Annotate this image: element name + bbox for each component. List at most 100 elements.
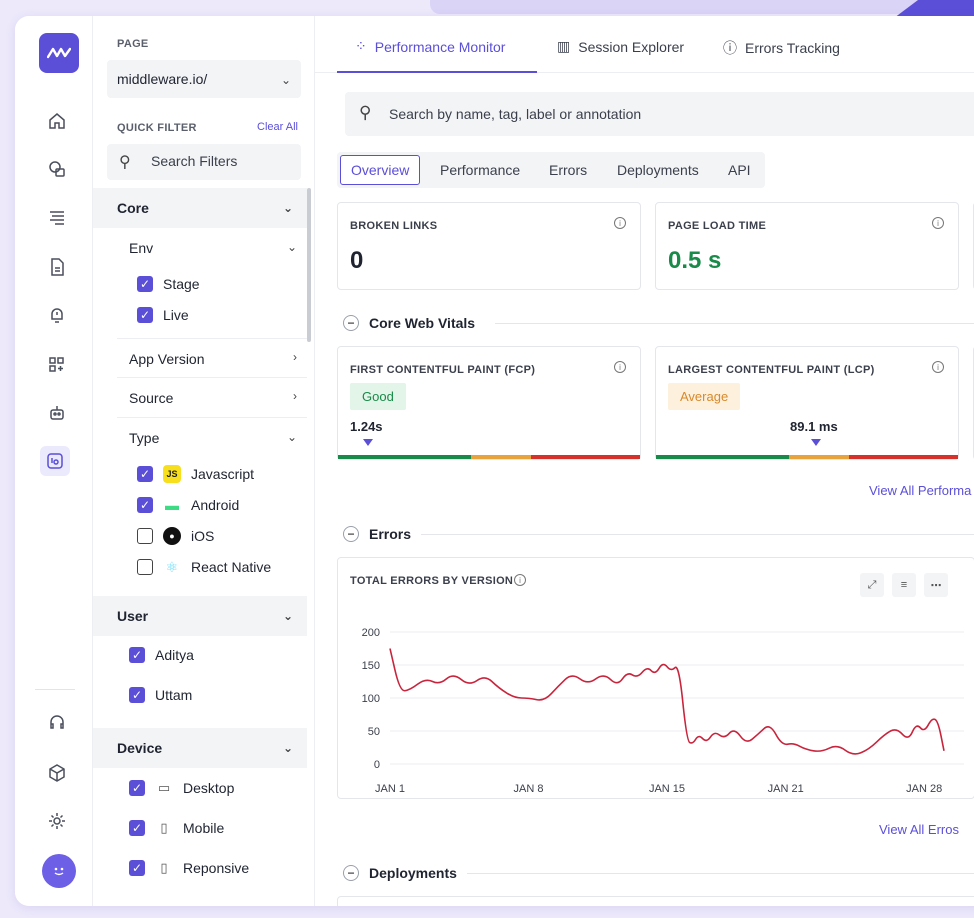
y-tick-label: 50	[368, 726, 380, 738]
chevron-right-icon: ›	[293, 350, 297, 364]
section-errors[interactable]: − Errors	[343, 526, 411, 542]
infrastructure-icon[interactable]	[46, 158, 68, 180]
filter-type[interactable]: Type ⌄	[117, 418, 307, 458]
integrations-icon[interactable]	[46, 762, 68, 784]
bar-chart-icon: ▥	[557, 38, 571, 54]
checkbox-checked-icon: ✓	[137, 276, 153, 292]
view-all-errors-link[interactable]: View All Erros	[879, 822, 959, 837]
section-divider	[495, 323, 974, 324]
section-user-title: User	[117, 608, 149, 624]
filter-search-input[interactable]: ⚲ Search Filters	[107, 144, 301, 180]
checkbox-checked-icon: ✓	[137, 466, 153, 482]
tab-label: Session Explorer	[578, 38, 685, 55]
vital-marker-icon	[363, 439, 374, 446]
bot-icon[interactable]	[46, 402, 68, 424]
x-tick-label: JAN 1	[375, 783, 405, 795]
vital-marker-icon	[811, 439, 822, 446]
broken-links-card: BROKEN LINKS i 0	[337, 202, 641, 290]
checkbox-react-native[interactable]: ⚛ React Native	[137, 557, 271, 577]
document-icon[interactable]	[46, 256, 68, 278]
checkbox-checked-icon: ✓	[129, 860, 145, 876]
checkbox-stage[interactable]: ✓ Stage	[137, 274, 200, 294]
tab-label: Errors Tracking	[745, 40, 840, 56]
filters-scrollbar[interactable]	[307, 188, 311, 342]
filter-app-version[interactable]: App Version ›	[117, 338, 307, 378]
home-icon[interactable]	[46, 110, 68, 132]
filter-source[interactable]: Source ›	[117, 378, 307, 418]
filter-type-label: Type	[129, 430, 160, 446]
x-tick-label: JAN 28	[906, 783, 942, 795]
view-all-performance-link[interactable]: View All Performa	[869, 483, 971, 498]
section-device[interactable]: Device ⌄	[93, 728, 307, 768]
checkbox-aditya[interactable]: ✓ Aditya	[129, 645, 194, 665]
x-tick-label: JAN 15	[649, 783, 685, 795]
tab-performance-monitor[interactable]: ⁘ Performance Monitor	[355, 38, 505, 55]
checkbox-reponsive[interactable]: ✓ ▯ Reponsive	[129, 858, 249, 878]
clear-all-link[interactable]: Clear All	[257, 121, 298, 133]
broken-links-value: 0	[350, 247, 364, 274]
section-core-web-vitals[interactable]: − Core Web Vitals	[343, 315, 475, 331]
checkbox-label: Live	[163, 307, 189, 323]
dashboards-icon[interactable]	[46, 354, 68, 376]
android-icon: ▬	[165, 497, 179, 513]
checkbox-checked-icon: ✓	[137, 307, 153, 323]
checkbox-ios[interactable]: ● iOS	[137, 526, 214, 546]
checkbox-uttam[interactable]: ✓ Uttam	[129, 685, 192, 705]
subtab-overview[interactable]: Overview	[340, 155, 421, 185]
lcp-value: 89.1 ms	[790, 419, 838, 434]
checkbox-mobile[interactable]: ✓ ▯ Mobile	[129, 818, 224, 838]
subtab-performance[interactable]: Performance	[440, 162, 520, 178]
app-window: PAGE middleware.io/ ⌄ QUICK FILTER Clear …	[15, 16, 974, 906]
fcp-card: FIRST CONTENTFUL PAINT (FCP) i Good 1.24…	[337, 346, 641, 460]
tab-errors-tracking[interactable]: ⓘ Errors Tracking	[723, 38, 840, 58]
section-device-title: Device	[117, 740, 163, 756]
errors-series-line	[389, 648, 945, 755]
subtab-errors[interactable]: Errors	[549, 162, 587, 178]
user-avatar[interactable]	[42, 854, 76, 888]
alerts-icon[interactable]	[46, 304, 68, 326]
checkbox-desktop[interactable]: ✓ ▭ Desktop	[129, 778, 234, 798]
js-icon: JS	[163, 465, 181, 483]
filter-env[interactable]: Env ⌄	[117, 228, 307, 268]
y-tick-label: 0	[374, 759, 380, 771]
status-badge: Good	[350, 383, 406, 410]
subtab-api[interactable]: API	[728, 162, 751, 178]
x-tick-label: JAN 21	[768, 783, 804, 795]
y-tick-label: 150	[362, 660, 380, 672]
section-user[interactable]: User ⌄	[93, 596, 307, 636]
info-icon[interactable]: i	[514, 574, 526, 586]
background-shape	[430, 0, 974, 14]
subtab-deployments[interactable]: Deployments	[617, 162, 699, 178]
support-icon[interactable]	[46, 712, 68, 734]
logs-icon[interactable]	[46, 206, 68, 228]
deployments-card	[337, 896, 974, 906]
active-tab-indicator	[337, 71, 537, 73]
filters-panel: PAGE middleware.io/ ⌄ QUICK FILTER Clear …	[93, 16, 315, 906]
chevron-down-icon: ⌄	[282, 609, 293, 623]
desktop-icon: ▭	[157, 780, 171, 795]
section-core[interactable]: Core ⌄	[93, 188, 307, 228]
checkbox-javascript[interactable]: ✓ JS Javascript	[137, 464, 254, 484]
section-deployments[interactable]: − Deployments	[343, 865, 457, 881]
checkbox-android[interactable]: ✓ ▬ Android	[137, 495, 239, 515]
collapse-icon: −	[343, 865, 359, 881]
middleware-logo[interactable]	[39, 33, 79, 73]
tab-label: Performance Monitor	[374, 38, 506, 55]
info-icon[interactable]: i	[932, 217, 944, 229]
performance-icon: ⁘	[355, 38, 367, 54]
card-title: LARGEST CONTENTFUL PAINT (LCP)	[668, 364, 875, 376]
y-tick-label: 100	[362, 693, 380, 705]
tab-session-explorer[interactable]: ▥ Session Explorer	[557, 38, 684, 55]
chevron-down-icon: ⌄	[286, 430, 297, 444]
info-icon[interactable]: i	[932, 361, 944, 373]
mobile-icon: ▯	[160, 820, 168, 835]
rum-icon[interactable]	[40, 446, 70, 476]
section-title: Core Web Vitals	[369, 315, 476, 331]
checkbox-live[interactable]: ✓ Live	[137, 305, 189, 325]
settings-icon[interactable]	[46, 810, 68, 832]
info-icon[interactable]: i	[614, 217, 626, 229]
page-select[interactable]: middleware.io/ ⌄	[107, 60, 301, 98]
info-icon[interactable]: i	[614, 361, 626, 373]
global-search-input[interactable]: ⚲ Search by name, tag, label or annotatio…	[345, 92, 974, 136]
section-divider	[467, 873, 974, 874]
